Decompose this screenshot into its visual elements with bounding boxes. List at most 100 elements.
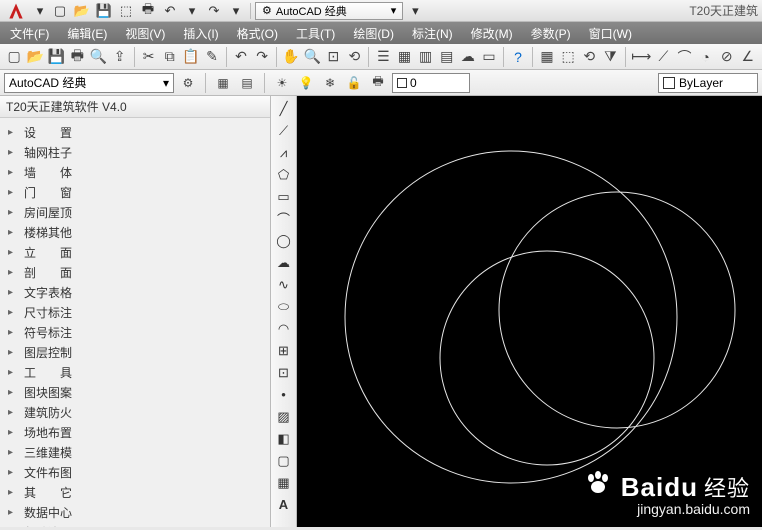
menu-dimension[interactable]: 标注(N) [412, 25, 453, 42]
dim-diameter-button[interactable]: ⊘ [717, 46, 737, 68]
menu-file[interactable]: 文件(F) [10, 25, 49, 42]
arc-icon[interactable]: ⌒ [273, 208, 295, 229]
open-button[interactable]: 📂 [25, 46, 45, 68]
markup-button[interactable]: ☁ [458, 46, 478, 68]
pan-button[interactable]: ✋ [281, 46, 301, 68]
menu-format[interactable]: 格式(O) [237, 25, 278, 42]
redo-button[interactable]: ↷ [252, 46, 272, 68]
tree-item[interactable]: ▸其 它 [0, 482, 270, 502]
ellipse-arc-icon[interactable]: ◠ [273, 318, 295, 339]
sheet-button[interactable]: ▤ [437, 46, 457, 68]
tree-item[interactable]: ▸工 具 [0, 362, 270, 382]
tree-item[interactable]: ▸数据中心 [0, 502, 270, 522]
properties-button[interactable]: ☰ [373, 46, 393, 68]
tree-item[interactable]: ▸符号标注 [0, 322, 270, 342]
tree-item[interactable]: ▸帮助演示 [0, 522, 270, 527]
point-icon[interactable]: • [273, 384, 295, 405]
help-button[interactable]: ? [508, 46, 528, 68]
menu-view[interactable]: 视图(V) [125, 25, 165, 42]
layer-prev-button[interactable]: ⟲ [579, 46, 599, 68]
calc-button[interactable]: ▭ [479, 46, 499, 68]
tree-item[interactable]: ▸剖 面 [0, 262, 270, 282]
tree-item[interactable]: ▸房间屋顶 [0, 202, 270, 222]
qat-dropdown-icon[interactable]: ▾ [30, 2, 50, 20]
paste-button[interactable]: 📋 [181, 46, 201, 68]
menu-insert[interactable]: 插入(I) [183, 25, 218, 42]
bulb-icon[interactable]: 💡 [296, 73, 316, 93]
circle-icon[interactable]: ◯ [273, 230, 295, 251]
current-layer-display[interactable]: 0 [392, 73, 470, 93]
tree-item[interactable]: ▸设 置 [0, 122, 270, 142]
menu-tools[interactable]: 工具(T) [296, 25, 335, 42]
undo-dd-icon[interactable]: ▾ [182, 2, 202, 20]
table-icon[interactable]: ▦ [273, 472, 295, 493]
tree-item[interactable]: ▸尺寸标注 [0, 302, 270, 322]
color-bylayer-select[interactable]: ByLayer [658, 73, 758, 93]
tree-item[interactable]: ▸轴网柱子 [0, 142, 270, 162]
preview-button[interactable]: 🔍 [88, 46, 108, 68]
dim-aligned-button[interactable]: ⟋ [653, 46, 673, 68]
freeze-icon[interactable]: ❄ [320, 73, 340, 93]
line-icon[interactable]: ╱ [273, 98, 295, 119]
tree-item[interactable]: ▸场地布置 [0, 422, 270, 442]
toolpalette-button[interactable]: ▥ [416, 46, 436, 68]
ws-gear-icon[interactable]: ⚙ [178, 73, 198, 93]
print-icon[interactable]: 🖶 [138, 2, 158, 20]
region-icon[interactable]: ▢ [273, 450, 295, 471]
new-button[interactable]: ▢ [4, 46, 24, 68]
workspace-select[interactable]: AutoCAD 经典 ▾ [4, 73, 174, 93]
zoom-prev-button[interactable]: ⟲ [344, 46, 364, 68]
workspace-qat-select[interactable]: ⚙ AutoCAD 经典 ▾ [255, 2, 403, 20]
drawing-canvas[interactable]: Baidu经验 jingyan.baidu.com [297, 96, 762, 527]
layer-props-button[interactable]: ▦ [213, 73, 233, 93]
saveas-icon[interactable]: ⬚ [116, 2, 136, 20]
match-button[interactable]: ✎ [202, 46, 222, 68]
tree-item[interactable]: ▸门 窗 [0, 182, 270, 202]
copy-button[interactable]: ⧉ [160, 46, 180, 68]
tree-item[interactable]: ▸三维建模 [0, 442, 270, 462]
menu-window[interactable]: 窗口(W) [589, 25, 632, 42]
publish-button[interactable]: ⇪ [110, 46, 130, 68]
cut-button[interactable]: ✂ [139, 46, 159, 68]
tree-item[interactable]: ▸建筑防火 [0, 402, 270, 422]
tree-item[interactable]: ▸立 面 [0, 242, 270, 262]
designcenter-button[interactable]: ▦ [394, 46, 414, 68]
tree-item[interactable]: ▸图块图案 [0, 382, 270, 402]
tree-item[interactable]: ▸图层控制 [0, 342, 270, 362]
spline-icon[interactable]: ∿ [273, 274, 295, 295]
layer-mgr-button[interactable]: ▦ [537, 46, 557, 68]
dim-radius-button[interactable]: ◔ [696, 46, 716, 68]
undo-icon[interactable]: ↶ [160, 2, 180, 20]
zoom-rt-button[interactable]: 🔍 [302, 46, 322, 68]
gradient-icon[interactable]: ◧ [273, 428, 295, 449]
save-button[interactable]: 💾 [46, 46, 66, 68]
dim-angular-button[interactable]: ∠ [738, 46, 758, 68]
menu-draw[interactable]: 绘图(D) [353, 25, 394, 42]
undo-button[interactable]: ↶ [231, 46, 251, 68]
rectangle-icon[interactable]: ▭ [273, 186, 295, 207]
plot-icon[interactable]: 🖶 [368, 73, 388, 93]
lock-icon[interactable]: 🔓 [344, 73, 364, 93]
zoom-win-button[interactable]: ⊡ [323, 46, 343, 68]
tree-item[interactable]: ▸楼梯其他 [0, 222, 270, 242]
tree-item[interactable]: ▸文字表格 [0, 282, 270, 302]
menu-parametric[interactable]: 参数(P) [531, 25, 571, 42]
polyline-icon[interactable]: ⩘ [273, 142, 295, 163]
save-icon[interactable]: 💾 [94, 2, 114, 20]
sun-icon[interactable]: ☀ [272, 73, 292, 93]
dim-linear-button[interactable]: ⟼ [630, 46, 652, 68]
print-button[interactable]: 🖶 [67, 46, 87, 68]
polygon-icon[interactable]: ⬠ [273, 164, 295, 185]
menu-modify[interactable]: 修改(M) [471, 25, 513, 42]
tree-item[interactable]: ▸文件布图 [0, 462, 270, 482]
layer-states-button2[interactable]: ▤ [237, 73, 257, 93]
construction-line-icon[interactable]: ⟋ [273, 120, 295, 141]
tree-item[interactable]: ▸墙 体 [0, 162, 270, 182]
redo-icon[interactable]: ↷ [204, 2, 224, 20]
open-icon[interactable]: 📂 [72, 2, 92, 20]
layer-filter-button[interactable]: ⧩ [600, 46, 620, 68]
layer-states-button[interactable]: ⬚ [558, 46, 578, 68]
revcloud-icon[interactable]: ☁ [273, 252, 295, 273]
ellipse-icon[interactable]: ⬭ [273, 296, 295, 317]
makeblock-icon[interactable]: ⊡ [273, 362, 295, 383]
